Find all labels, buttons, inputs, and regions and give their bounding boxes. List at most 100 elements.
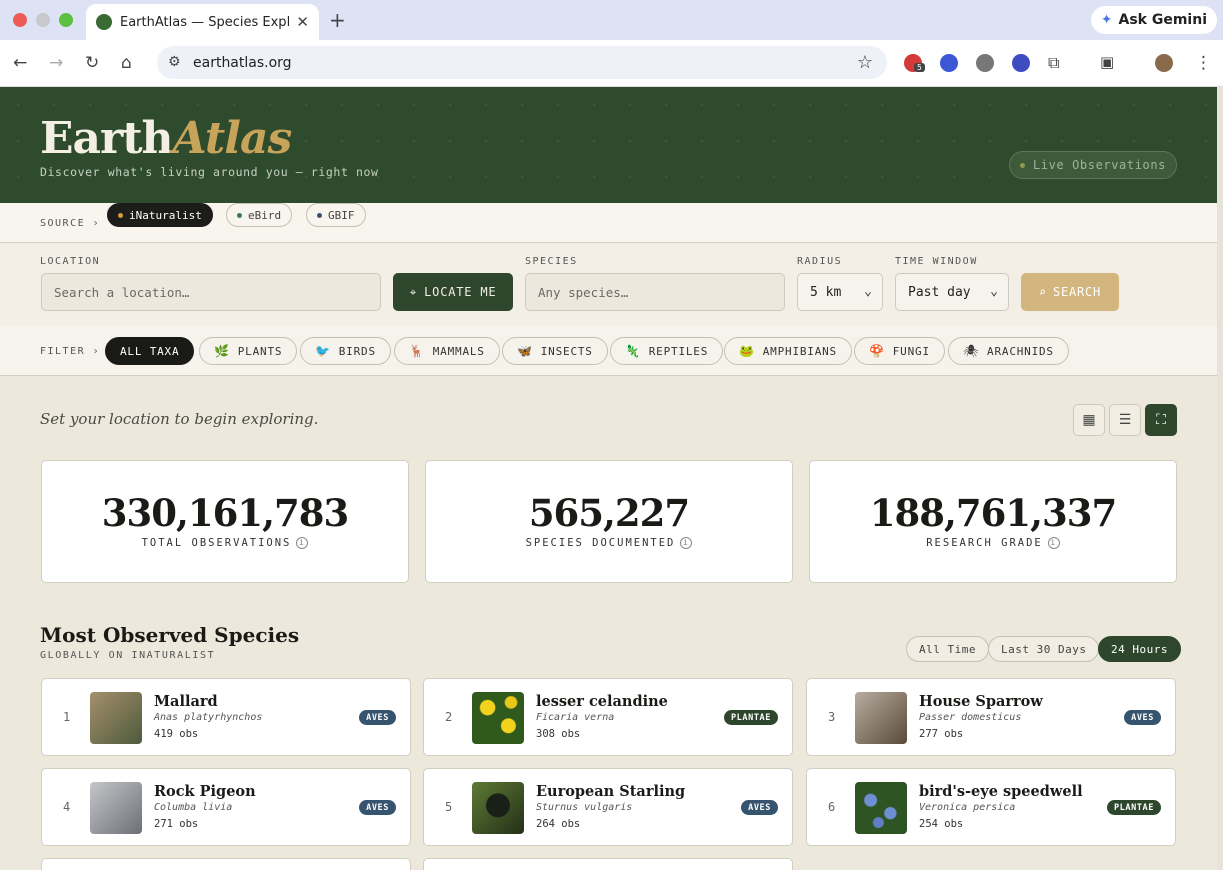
species-rank: 5	[445, 800, 453, 814]
time-window-select[interactable]: Past day ⌄	[895, 273, 1009, 311]
site-logo[interactable]: EarthAtlas	[40, 113, 293, 164]
stat-caption-text: SPECIES DOCUMENTED	[525, 537, 676, 549]
logo-earth-text: Earth	[40, 113, 174, 164]
extension-badge: 5	[914, 63, 925, 72]
source-bar: SOURCE › iNaturalist eBird GBIF	[0, 203, 1217, 243]
close-window-button[interactable]	[13, 13, 27, 27]
address-bar[interactable]: ⚙ earthatlas.org ☆	[157, 46, 887, 79]
tab-search-icon[interactable]: ▣	[1100, 53, 1114, 71]
status-dot-icon	[317, 212, 322, 218]
deer-icon: 🦌	[409, 344, 425, 358]
stat-caption-text: RESEARCH GRADE	[926, 537, 1043, 549]
locate-me-button[interactable]: ⌖ LOCATE ME	[393, 273, 513, 311]
map-view-button[interactable]: ⛶	[1145, 404, 1177, 436]
filter-chip-insects[interactable]: 🦋 INSECTS	[502, 337, 608, 365]
browser-menu-icon[interactable]: ⋮	[1195, 53, 1212, 73]
time-window-label: TIME WINDOW	[895, 256, 978, 267]
search-form: LOCATION Search a location… ⌖ LOCATE ME …	[0, 243, 1217, 326]
range-last-30-days[interactable]: Last 30 Days	[988, 636, 1100, 662]
search-button[interactable]: ⌕ SEARCH	[1021, 273, 1119, 311]
species-card[interactable]	[423, 858, 793, 870]
species-card[interactable]: 3 House Sparrow Passer domesticus 277 ob…	[806, 678, 1176, 756]
home-icon[interactable]: ⌂	[121, 53, 132, 73]
grammarly-extension-icon[interactable]	[976, 54, 994, 72]
zoom-extension-icon[interactable]	[940, 54, 958, 72]
species-obs-count: 277 obs	[919, 728, 964, 740]
search-label: SEARCH	[1052, 285, 1102, 299]
info-icon[interactable]: i	[680, 537, 693, 549]
species-photo	[472, 782, 524, 834]
info-icon[interactable]: i	[296, 537, 309, 549]
range-label: 24 Hours	[1111, 642, 1168, 656]
species-card[interactable]: 5 European Starling Sturnus vulgaris 264…	[423, 768, 793, 846]
source-option-label: GBIF	[328, 208, 355, 222]
source-option-label: eBird	[248, 208, 282, 222]
source-inaturalist[interactable]: iNaturalist	[107, 203, 213, 227]
taxon-badge: AVES	[359, 800, 396, 815]
species-card[interactable]: 2 lesser celandine Ficaria verna 308 obs…	[423, 678, 793, 756]
species-card[interactable]	[41, 858, 411, 870]
source-option-label: iNaturalist	[129, 208, 202, 222]
species-rank: 2	[445, 710, 453, 724]
filter-chip-fungi[interactable]: 🍄 FUNGI	[854, 337, 945, 365]
ask-gemini-button[interactable]: ✦ Ask Gemini	[1090, 6, 1217, 34]
profile-avatar[interactable]	[1155, 54, 1173, 72]
crosshair-icon: ⌖	[409, 284, 418, 299]
live-observations-button[interactable]: Live Observations	[1009, 151, 1177, 179]
species-common-name: European Starling	[536, 783, 686, 800]
bookmark-star-icon[interactable]: ☆	[857, 52, 873, 73]
close-tab-icon[interactable]: ✕	[296, 13, 309, 31]
source-ebird[interactable]: eBird	[226, 203, 293, 227]
grid-view-button[interactable]: ▦	[1073, 404, 1105, 436]
location-input[interactable]: Search a location…	[41, 273, 381, 311]
stat-value: 330,161,783	[101, 491, 349, 535]
hero-header: EarthAtlas Discover what's living around…	[0, 87, 1217, 203]
species-card[interactable]: 4 Rock Pigeon Columba livia 271 obs AVES	[41, 768, 411, 846]
grid-icon: ▦	[1082, 412, 1096, 428]
range-24-hours[interactable]: 24 Hours	[1098, 636, 1181, 662]
forward-arrow-icon[interactable]: →	[49, 53, 63, 73]
chip-label: INSECTS	[540, 344, 593, 358]
minimize-window-button[interactable]	[36, 13, 50, 27]
species-photo	[472, 692, 524, 744]
time-window-value: Past day	[908, 284, 971, 300]
filter-chip-arachnids[interactable]: 🕷 ARACHNIDS	[948, 337, 1069, 365]
species-obs-count: 419 obs	[154, 728, 199, 740]
browser-tab[interactable]: EarthAtlas — Species Explorer ✕	[86, 4, 319, 40]
range-all-time[interactable]: All Time	[906, 636, 989, 662]
gemini-label: Ask Gemini	[1118, 12, 1208, 28]
species-obs-count: 308 obs	[536, 728, 581, 740]
chip-label: REPTILES	[648, 344, 709, 358]
filter-chip-mammals[interactable]: 🦌 MAMMALS	[394, 337, 500, 365]
extensions-puzzle-icon[interactable]: ⧉	[1048, 53, 1059, 73]
password-extension-icon[interactable]	[1012, 54, 1030, 72]
species-card[interactable]: 6 bird's-eye speedwell Veronica persica …	[806, 768, 1176, 846]
maximize-window-button[interactable]	[59, 13, 73, 27]
source-gbif[interactable]: GBIF	[306, 203, 366, 227]
info-icon[interactable]: i	[1047, 537, 1060, 549]
reload-icon[interactable]: ↻	[85, 53, 99, 73]
filter-chip-birds[interactable]: 🐦 BIRDS	[300, 337, 391, 365]
browser-toolbar: ← → ↻ ⌂ ⚙ earthatlas.org ☆ 5 ⧉ ▣ ⋮	[0, 40, 1223, 87]
locate-me-label: LOCATE ME	[424, 285, 497, 299]
source-label: SOURCE ›	[40, 218, 101, 229]
stat-species-documented: 565,227 SPECIES DOCUMENTED i	[425, 460, 793, 583]
tab-title: EarthAtlas — Species Explorer	[120, 14, 291, 30]
filter-chip-amphibians[interactable]: 🐸 AMPHIBIANS	[724, 337, 852, 365]
radius-select[interactable]: 5 km ⌄	[797, 273, 883, 311]
filter-chip-all-taxa[interactable]: ALL TAXA	[105, 337, 195, 365]
back-arrow-icon[interactable]: ←	[13, 53, 27, 73]
list-icon: ☰	[1118, 412, 1132, 428]
tagline: Discover what's living around you — righ…	[40, 165, 379, 179]
taxon-badge: AVES	[741, 800, 778, 815]
filter-chip-plants[interactable]: 🌿 PLANTS	[199, 337, 298, 365]
site-settings-icon[interactable]: ⚙	[168, 54, 181, 70]
species-input[interactable]: Any species…	[525, 273, 785, 311]
list-view-button[interactable]: ☰	[1109, 404, 1141, 436]
logo-atlas-text: Atlas	[172, 113, 293, 164]
page-scrollbar[interactable]	[1217, 87, 1223, 870]
chip-label: BIRDS	[338, 344, 376, 358]
new-tab-icon[interactable]: +	[329, 8, 346, 32]
species-card[interactable]: 1 Mallard Anas platyrhynchos 419 obs AVE…	[41, 678, 411, 756]
filter-chip-reptiles[interactable]: 🦎 REPTILES	[610, 337, 724, 365]
